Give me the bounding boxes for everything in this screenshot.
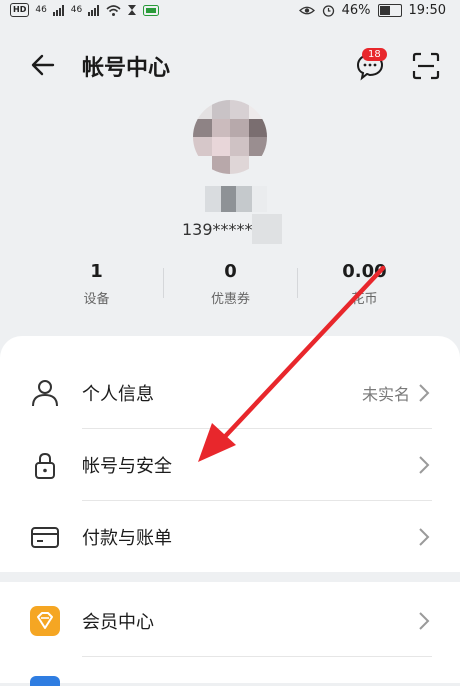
avatar[interactable]	[193, 100, 267, 174]
stat-coupons[interactable]: 0 优惠券	[164, 260, 297, 307]
stat-value: 0	[224, 261, 237, 282]
stat-label: 设备	[83, 292, 110, 307]
battery-saver-icon	[143, 4, 160, 16]
settings-card-secondary: 会员中心	[0, 582, 460, 686]
status-bar: HD 46 46 46% 19:50	[0, 0, 460, 24]
lock-icon	[35, 452, 55, 479]
next-item-icon-partial	[30, 676, 60, 686]
divider	[82, 656, 432, 657]
stat-coins[interactable]: 0.00 花币	[298, 260, 431, 307]
hourglass-icon	[128, 5, 137, 15]
menu-item-account-security[interactable]: 帐号与安全	[0, 428, 460, 500]
scan-button[interactable]	[410, 50, 442, 82]
chevron-right-icon	[419, 456, 430, 474]
phone-blur	[252, 214, 282, 244]
hd-icon: HD	[10, 3, 30, 17]
menu-item-label: 会员中心	[82, 612, 154, 633]
stat-label: 花币	[351, 292, 378, 307]
clock: 19:50	[408, 3, 446, 18]
nickname-blurred	[205, 186, 267, 212]
scan-icon	[412, 52, 440, 80]
menu-item-label: 帐号与安全	[82, 456, 172, 477]
stat-label: 优惠券	[210, 292, 250, 307]
chevron-right-icon	[419, 384, 430, 402]
stat-value: 1	[90, 261, 103, 282]
battery-icon	[377, 4, 402, 17]
back-arrow-icon	[31, 54, 55, 76]
card-icon	[31, 527, 59, 548]
menu-item-label: 个人信息	[82, 384, 154, 405]
menu-item-value: 未实名	[361, 385, 410, 404]
battery-percent: 46%	[341, 3, 371, 18]
signal-4g-icon: 46	[35, 5, 47, 15]
eye-icon	[298, 6, 315, 15]
page-title: 帐号中心	[82, 56, 171, 81]
alarm-icon	[322, 5, 334, 17]
account-stats: 1 设备 0 优惠券 0.00 花币	[30, 260, 430, 310]
person-icon	[32, 380, 58, 407]
stat-devices[interactable]: 1 设备	[30, 260, 163, 307]
back-button[interactable]	[28, 50, 62, 80]
stat-value: 0.00	[342, 261, 387, 282]
signal-4g-icon: 46	[70, 5, 83, 15]
message-count-badge: 18	[362, 48, 387, 61]
signal-bars-icon	[52, 4, 64, 16]
vip-diamond-icon	[30, 606, 60, 636]
header: 帐号中心 18	[0, 40, 460, 90]
menu-item-payment-billing[interactable]: 付款与账单	[0, 500, 460, 572]
menu-item-personal-info[interactable]: 个人信息 未实名	[0, 356, 460, 428]
menu-item-member-center[interactable]: 会员中心	[0, 584, 460, 656]
phone-number: 139*****	[182, 220, 253, 239]
chevron-right-icon	[419, 528, 430, 546]
chevron-right-icon	[419, 612, 430, 630]
signal-bars-icon	[88, 4, 100, 16]
wifi-icon	[106, 4, 121, 16]
section-gap	[0, 572, 460, 582]
settings-card-primary: 个人信息 未实名 帐号与安全 付款与账单	[0, 336, 460, 572]
menu-item-label: 付款与账单	[82, 528, 172, 549]
